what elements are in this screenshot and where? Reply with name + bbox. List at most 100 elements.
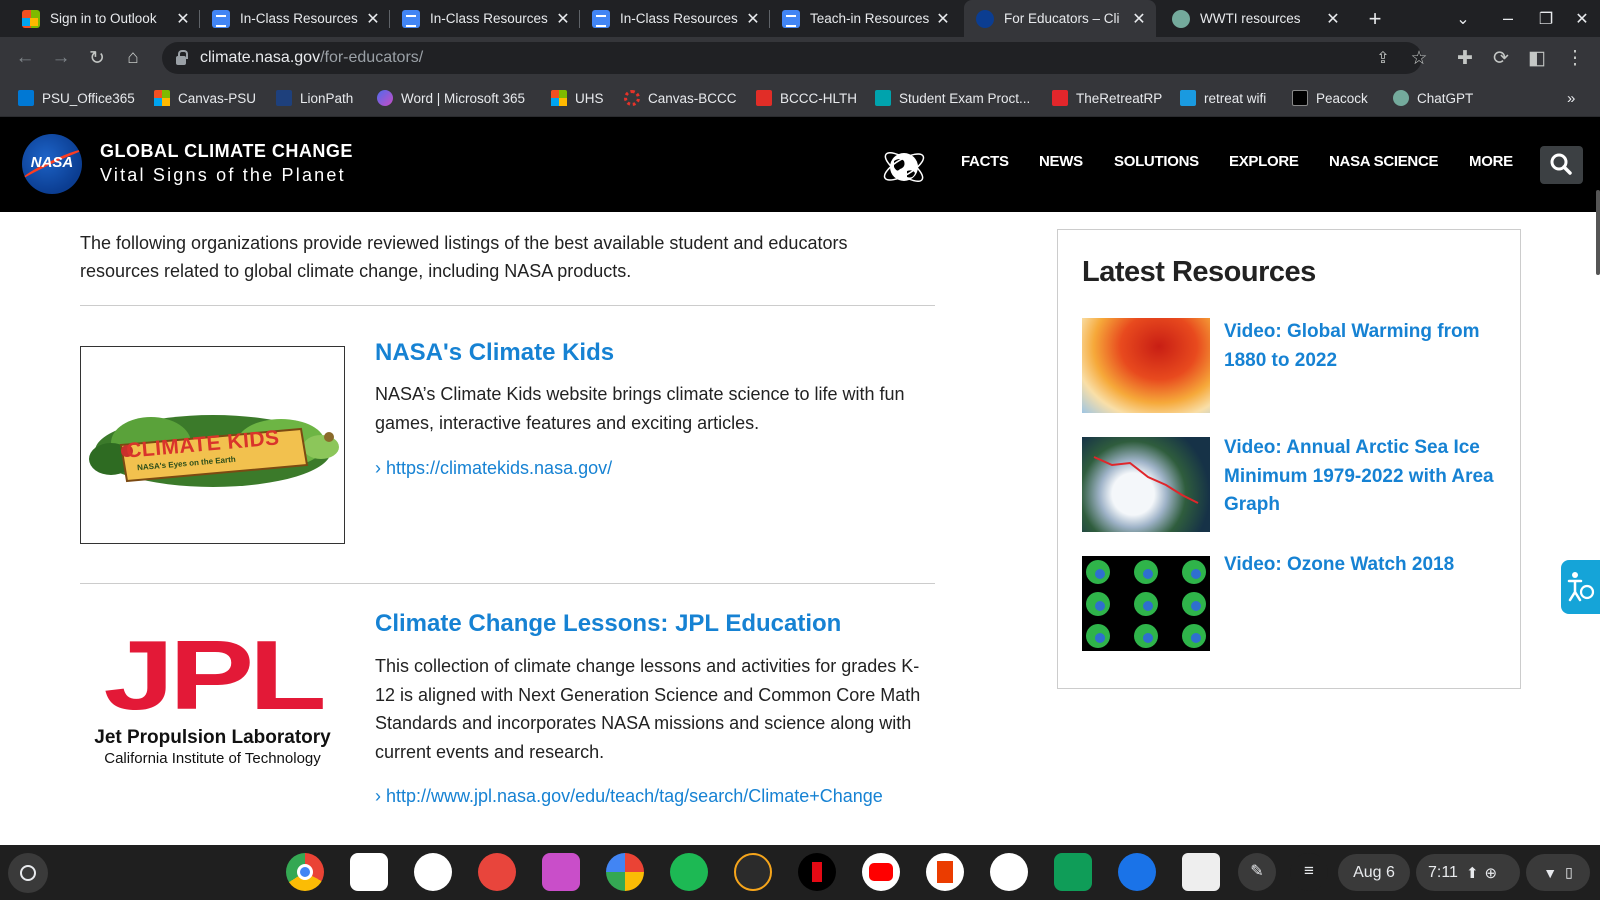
bookmark-label: BCCC-HLTH	[780, 90, 857, 106]
close-icon[interactable]: ✕	[362, 9, 384, 29]
sheets-app-icon[interactable]	[1054, 853, 1092, 891]
grammarly-app-icon[interactable]	[734, 853, 772, 891]
latest-resource-title[interactable]: Video: Annual Arctic Sea Ice Minimum 197…	[1224, 434, 1509, 520]
bookmark-bccc-hlth[interactable]: BCCC-HLTH	[756, 87, 857, 109]
side-panel-icon[interactable]: ◧	[1522, 43, 1552, 73]
restore-button[interactable]: ❐	[1528, 0, 1564, 37]
spotify-app-icon[interactable]	[670, 853, 708, 891]
nav-facts[interactable]: FACTS	[961, 153, 1009, 170]
resource-link[interactable]: › https://climatekids.nasa.gov/	[375, 458, 612, 479]
tab-title: In-Class Resources	[430, 11, 548, 26]
arctic-sea-ice-thumbnail[interactable]	[1082, 437, 1210, 532]
sync-icon[interactable]: ⟳	[1486, 43, 1516, 73]
tab-in-class-2[interactable]: In-Class Resources ✕	[390, 0, 580, 37]
globe-icon[interactable]	[880, 145, 928, 189]
tab-wwti[interactable]: WWTI resources ✕	[1160, 0, 1350, 37]
close-icon[interactable]: ✕	[1128, 9, 1150, 29]
bookmark-word[interactable]: Word | Microsoft 365	[377, 87, 525, 109]
netflix-app-icon[interactable]	[798, 853, 836, 891]
close-icon[interactable]: ✕	[172, 9, 194, 29]
bookmark-peacock[interactable]: Peacock	[1292, 87, 1368, 109]
scrollbar[interactable]	[1596, 190, 1600, 275]
reload-icon[interactable]: ↻	[82, 43, 112, 73]
new-tab-button[interactable]: +	[1358, 0, 1392, 37]
resource-title[interactable]: Climate Change Lessons: JPL Education	[375, 610, 841, 638]
pen-tool-button[interactable]: ✎	[1238, 853, 1276, 891]
more-bookmarks-chevron-icon[interactable]: »	[1567, 87, 1575, 109]
calendar-app-icon[interactable]	[350, 853, 388, 891]
nav-explore[interactable]: EXPLORE	[1229, 153, 1299, 170]
bookmark-chatgpt[interactable]: ChatGPT	[1393, 87, 1473, 109]
close-icon[interactable]: ✕	[552, 9, 574, 29]
gmail-app-icon[interactable]	[414, 853, 452, 891]
canvas-app-icon[interactable]	[478, 853, 516, 891]
site-title[interactable]: GLOBAL CLIMATE CHANGE Vital Signs of the…	[100, 141, 353, 186]
tab-search-button[interactable]: ⌄	[1448, 0, 1478, 37]
latest-resource-title[interactable]: Video: Global Warming from 1880 to 2022	[1224, 318, 1509, 375]
tab-in-class-3[interactable]: In-Class Resources ✕	[580, 0, 770, 37]
copilot-icon	[377, 90, 393, 106]
youtube-app-icon[interactable]	[862, 853, 900, 891]
bookmark-psu-office365[interactable]: PSU_Office365	[18, 87, 135, 109]
nasa-logo[interactable]: NASA	[22, 134, 82, 194]
tab-for-educators[interactable]: For Educators – Cli ✕	[964, 0, 1156, 37]
bookmark-theretreatrp[interactable]: TheRetreatRP	[1052, 87, 1162, 109]
jpl-logo-line2: California Institute of Technology	[104, 750, 321, 767]
bookmark-retreat-wifi[interactable]: retreat wifi	[1180, 87, 1266, 109]
play-store-app-icon[interactable]	[990, 853, 1028, 891]
date-pill[interactable]: Aug 6	[1338, 854, 1410, 891]
share-icon[interactable]: ⇪	[1368, 43, 1398, 73]
bookmark-label: Word | Microsoft 365	[401, 90, 526, 106]
global-warming-thumbnail[interactable]	[1082, 318, 1210, 413]
status-tray[interactable]: 7:11 ⬆ ⊕	[1416, 854, 1520, 891]
tab-in-class-1[interactable]: In-Class Resources ✕	[200, 0, 390, 37]
microsoft-icon	[22, 9, 40, 28]
address-bar[interactable]: climate.nasa.gov/for-educators/	[162, 42, 1422, 74]
resource-link[interactable]: › http://www.jpl.nasa.gov/edu/teach/tag/…	[375, 786, 883, 807]
bookmark-canvas-bccc[interactable]: Canvas-BCCC	[624, 87, 737, 109]
nav-nasa-science[interactable]: NASA SCIENCE	[1329, 153, 1439, 170]
accessibility-button[interactable]	[1561, 560, 1600, 614]
files-app-icon[interactable]	[1118, 853, 1156, 891]
menu-icon[interactable]: ⋮	[1560, 43, 1590, 73]
close-icon[interactable]: ✕	[742, 9, 764, 29]
jpl-logo[interactable]: JPL Jet Propulsion Laboratory California…	[80, 626, 345, 782]
close-icon[interactable]: ✕	[1322, 9, 1344, 29]
tab-teach-in[interactable]: Teach-in Resources ✕	[770, 0, 960, 37]
nav-news[interactable]: NEWS	[1039, 153, 1083, 170]
search-button[interactable]	[1540, 146, 1583, 184]
extensions-icon[interactable]: ✚	[1450, 43, 1480, 73]
close-window-button[interactable]: ✕	[1564, 0, 1600, 37]
tab-outlook[interactable]: Sign in to Outlook ✕	[10, 0, 200, 37]
ozone-watch-thumbnail[interactable]	[1082, 556, 1210, 651]
home-icon[interactable]: ⌂	[118, 43, 148, 73]
nasa-logo-text: NASA	[30, 154, 74, 171]
media-controls-button[interactable]: ≡	[1290, 853, 1328, 891]
bookmark-label: Peacock	[1316, 90, 1368, 106]
chatgpt-icon	[1172, 9, 1190, 28]
launcher-button[interactable]	[8, 853, 48, 893]
climate-kids-thumbnail[interactable]: CLIMATE KIDS NASA's Eyes on the Earth	[80, 346, 345, 544]
bookmark-student-exam[interactable]: Student Exam Proct...	[875, 87, 1030, 109]
gallery-app-icon[interactable]	[542, 853, 580, 891]
url-path: /for-educators/	[320, 49, 424, 66]
close-icon[interactable]: ✕	[932, 9, 954, 29]
window-thumbnail-icon[interactable]	[1182, 853, 1220, 891]
chrome-app-icon[interactable]	[286, 853, 324, 891]
back-icon[interactable]: ←	[10, 43, 40, 73]
bookmark-canvas-psu[interactable]: Canvas-PSU	[154, 87, 256, 109]
photos-app-icon[interactable]	[606, 853, 644, 891]
office-app-icon[interactable]	[926, 853, 964, 891]
latest-resource-title[interactable]: Video: Ozone Watch 2018	[1224, 551, 1509, 580]
nav-solutions[interactable]: SOLUTIONS	[1114, 153, 1199, 170]
system-tray[interactable]: ▼ ▯	[1526, 854, 1590, 891]
bookmark-star-icon[interactable]: ☆	[1404, 43, 1434, 73]
forward-icon[interactable]: →	[46, 43, 76, 73]
bookmark-uhs[interactable]: UHS	[551, 87, 604, 109]
nav-more[interactable]: MORE	[1469, 153, 1513, 170]
minimize-button[interactable]: –	[1490, 0, 1526, 37]
resource-title[interactable]: NASA's Climate Kids	[375, 339, 614, 367]
bookmark-lionpath[interactable]: LionPath	[276, 87, 353, 109]
tab-title: Sign in to Outlook	[50, 11, 157, 26]
clock-time: 7:11	[1428, 863, 1458, 881]
